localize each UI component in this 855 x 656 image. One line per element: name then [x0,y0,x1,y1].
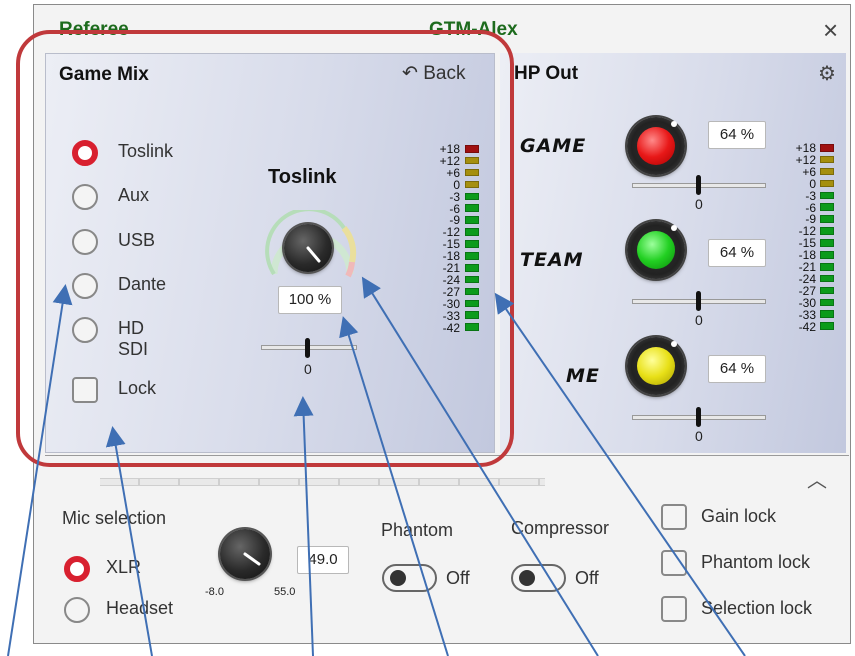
arrow-to-source-list [7,284,73,656]
arrow-to-balance-slider [293,396,314,656]
arrow-to-vu-meter [494,292,746,656]
arrow-to-volume-field [339,316,449,656]
arrow-to-lock [105,426,153,656]
arrow-to-volume-knob [361,276,599,656]
annotation-arrows [7,276,746,656]
